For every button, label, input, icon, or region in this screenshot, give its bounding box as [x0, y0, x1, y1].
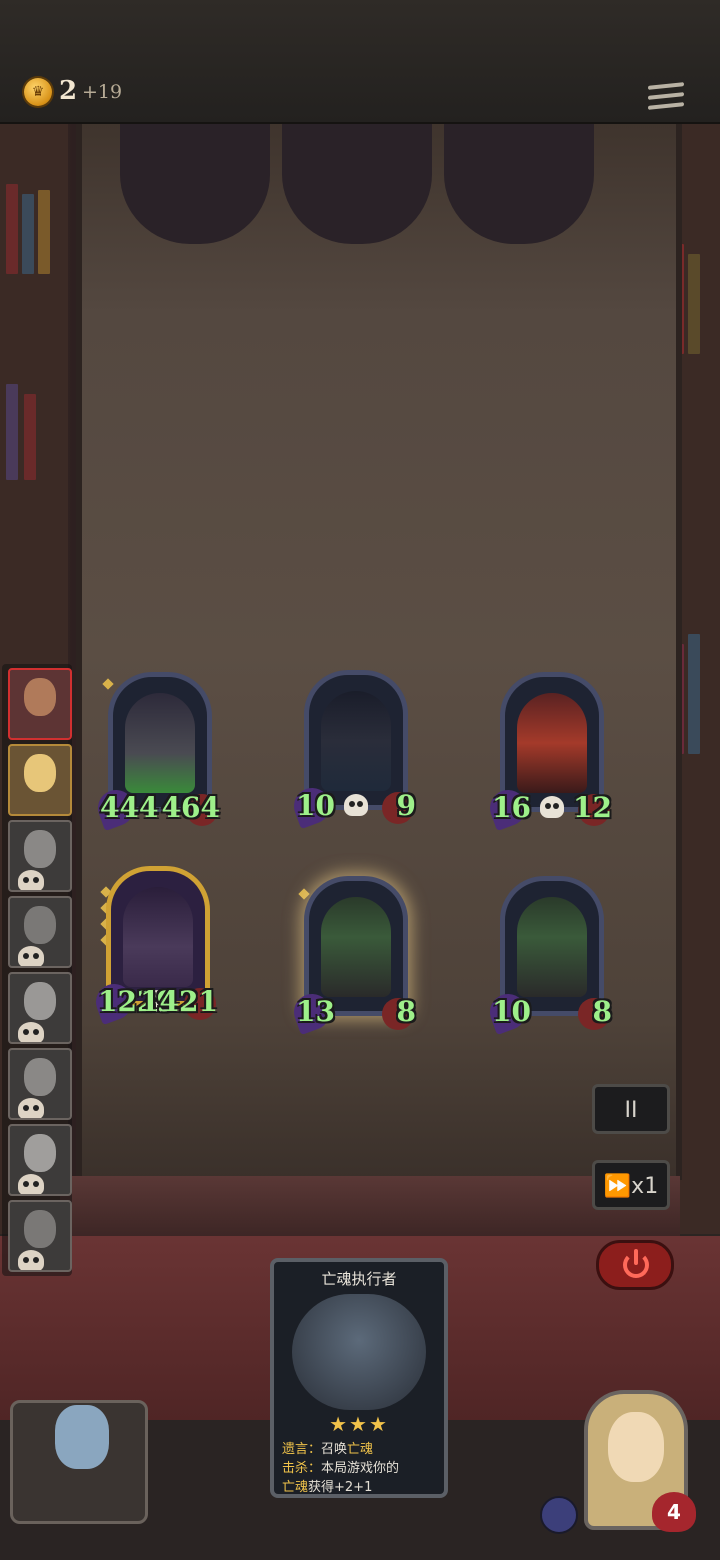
- power-icon[interactable]: [596, 1240, 674, 1290]
- avatar: [24, 1210, 56, 1248]
- unit-health: 8: [396, 995, 416, 1028]
- shield-icon[interactable]: [540, 1496, 578, 1534]
- health-heart-icon: 4: [652, 1492, 696, 1532]
- unit-health: 8: [592, 995, 612, 1028]
- pause-button[interactable]: II: [592, 1084, 670, 1134]
- skull-icon: [344, 794, 368, 816]
- unit-health: 1421: [140, 985, 218, 1018]
- player-portrait[interactable]: [8, 1124, 72, 1196]
- top-bar: ♛ 2 +19: [0, 0, 720, 124]
- gem-icon: [102, 678, 114, 690]
- skull-icon: [18, 946, 44, 966]
- avatar: [24, 830, 56, 868]
- avatar: [608, 1412, 664, 1482]
- gem-icon: [298, 888, 310, 900]
- board-unit-soul-sword-highlighted[interactable]: 13 8: [288, 876, 416, 1036]
- card-description: 遗言：召唤亡魂 击杀：本局游戏你的 亡魂获得+2+1: [282, 1440, 438, 1497]
- hamburger-menu-icon[interactable]: [648, 82, 684, 118]
- avatar: [24, 678, 56, 716]
- book: [38, 190, 50, 274]
- player-portrait[interactable]: [8, 1200, 72, 1272]
- card-stars: ★★★: [329, 1412, 389, 1436]
- player-portrait-active[interactable]: [8, 668, 72, 740]
- player-portrait-ally[interactable]: [8, 744, 72, 816]
- player-portrait[interactable]: [8, 1048, 72, 1120]
- player-portrait[interactable]: [8, 820, 72, 892]
- board-unit-soul-executor[interactable]: 10 9: [288, 670, 416, 830]
- unit-attack: 10: [492, 995, 531, 1028]
- skull-icon: [18, 870, 44, 890]
- avatar: [24, 1134, 56, 1172]
- book: [6, 384, 18, 480]
- unit-attack: 16: [492, 791, 531, 824]
- card-title: 亡魂执行者: [321, 1270, 397, 1288]
- speed-button[interactable]: ⏩x1: [592, 1160, 670, 1210]
- book: [24, 394, 36, 480]
- board-unit-red-dragon[interactable]: 16 12: [484, 672, 612, 832]
- avatar: [24, 906, 56, 944]
- crown-coin-icon: ♛: [24, 78, 52, 106]
- card-art: [292, 1294, 426, 1410]
- book: [6, 184, 18, 274]
- soul-sword-art: [321, 897, 391, 997]
- gold-amount: 2: [59, 76, 78, 106]
- player-lineup: [2, 664, 72, 1276]
- board-unit-skeleton-lord[interactable]: 444 464: [92, 672, 220, 832]
- skeleton-lord-art: [125, 693, 195, 793]
- red-dragon-art: [517, 693, 587, 793]
- player-portrait[interactable]: [8, 972, 72, 1044]
- gold-income: +19: [82, 81, 123, 103]
- avatar: [24, 754, 56, 792]
- board-unit-soul-sword[interactable]: 10 8: [484, 876, 612, 1036]
- board-ledge: [60, 1176, 680, 1236]
- reaper-art: [123, 887, 193, 987]
- skull-icon: [540, 796, 564, 818]
- avatar: [55, 1405, 109, 1469]
- skull-icon: [18, 1022, 44, 1042]
- soul-executor-art: [321, 691, 391, 791]
- card-text: 获得+2+1: [308, 1480, 373, 1495]
- unit-attack: 444: [100, 791, 159, 824]
- unit-health: 12: [573, 791, 612, 824]
- deathrattle-keyword: 遗言：: [282, 1442, 322, 1457]
- skull-icon: [18, 1174, 44, 1194]
- unit-card[interactable]: 亡魂执行者 ★★★ 遗言：召唤亡魂 击杀：本局游戏你的 亡魂获得+2+1: [270, 1258, 448, 1498]
- avatar: [24, 982, 56, 1020]
- soul-sword-art: [517, 897, 587, 997]
- unit-health: 9: [396, 789, 416, 822]
- opponent-hero-portrait[interactable]: [10, 1400, 148, 1524]
- unit-health: 464: [161, 791, 220, 824]
- soul-keyword: 亡魂: [347, 1442, 374, 1457]
- card-text: 本局游戏你的: [321, 1461, 400, 1476]
- kill-keyword: 击杀：: [282, 1461, 322, 1476]
- soul-keyword: 亡魂: [282, 1480, 309, 1495]
- skull-icon: [18, 1098, 44, 1118]
- player-portrait[interactable]: [8, 896, 72, 968]
- book: [688, 254, 700, 354]
- book: [688, 634, 700, 754]
- skull-icon: [18, 1250, 44, 1270]
- avatar: [24, 1058, 56, 1096]
- book: [22, 194, 34, 274]
- unit-attack: 13: [296, 995, 335, 1028]
- card-text: 召唤: [321, 1442, 348, 1457]
- unit-attack: 10: [296, 789, 335, 822]
- board-unit-reaper[interactable]: 1229 1421: [90, 866, 218, 1026]
